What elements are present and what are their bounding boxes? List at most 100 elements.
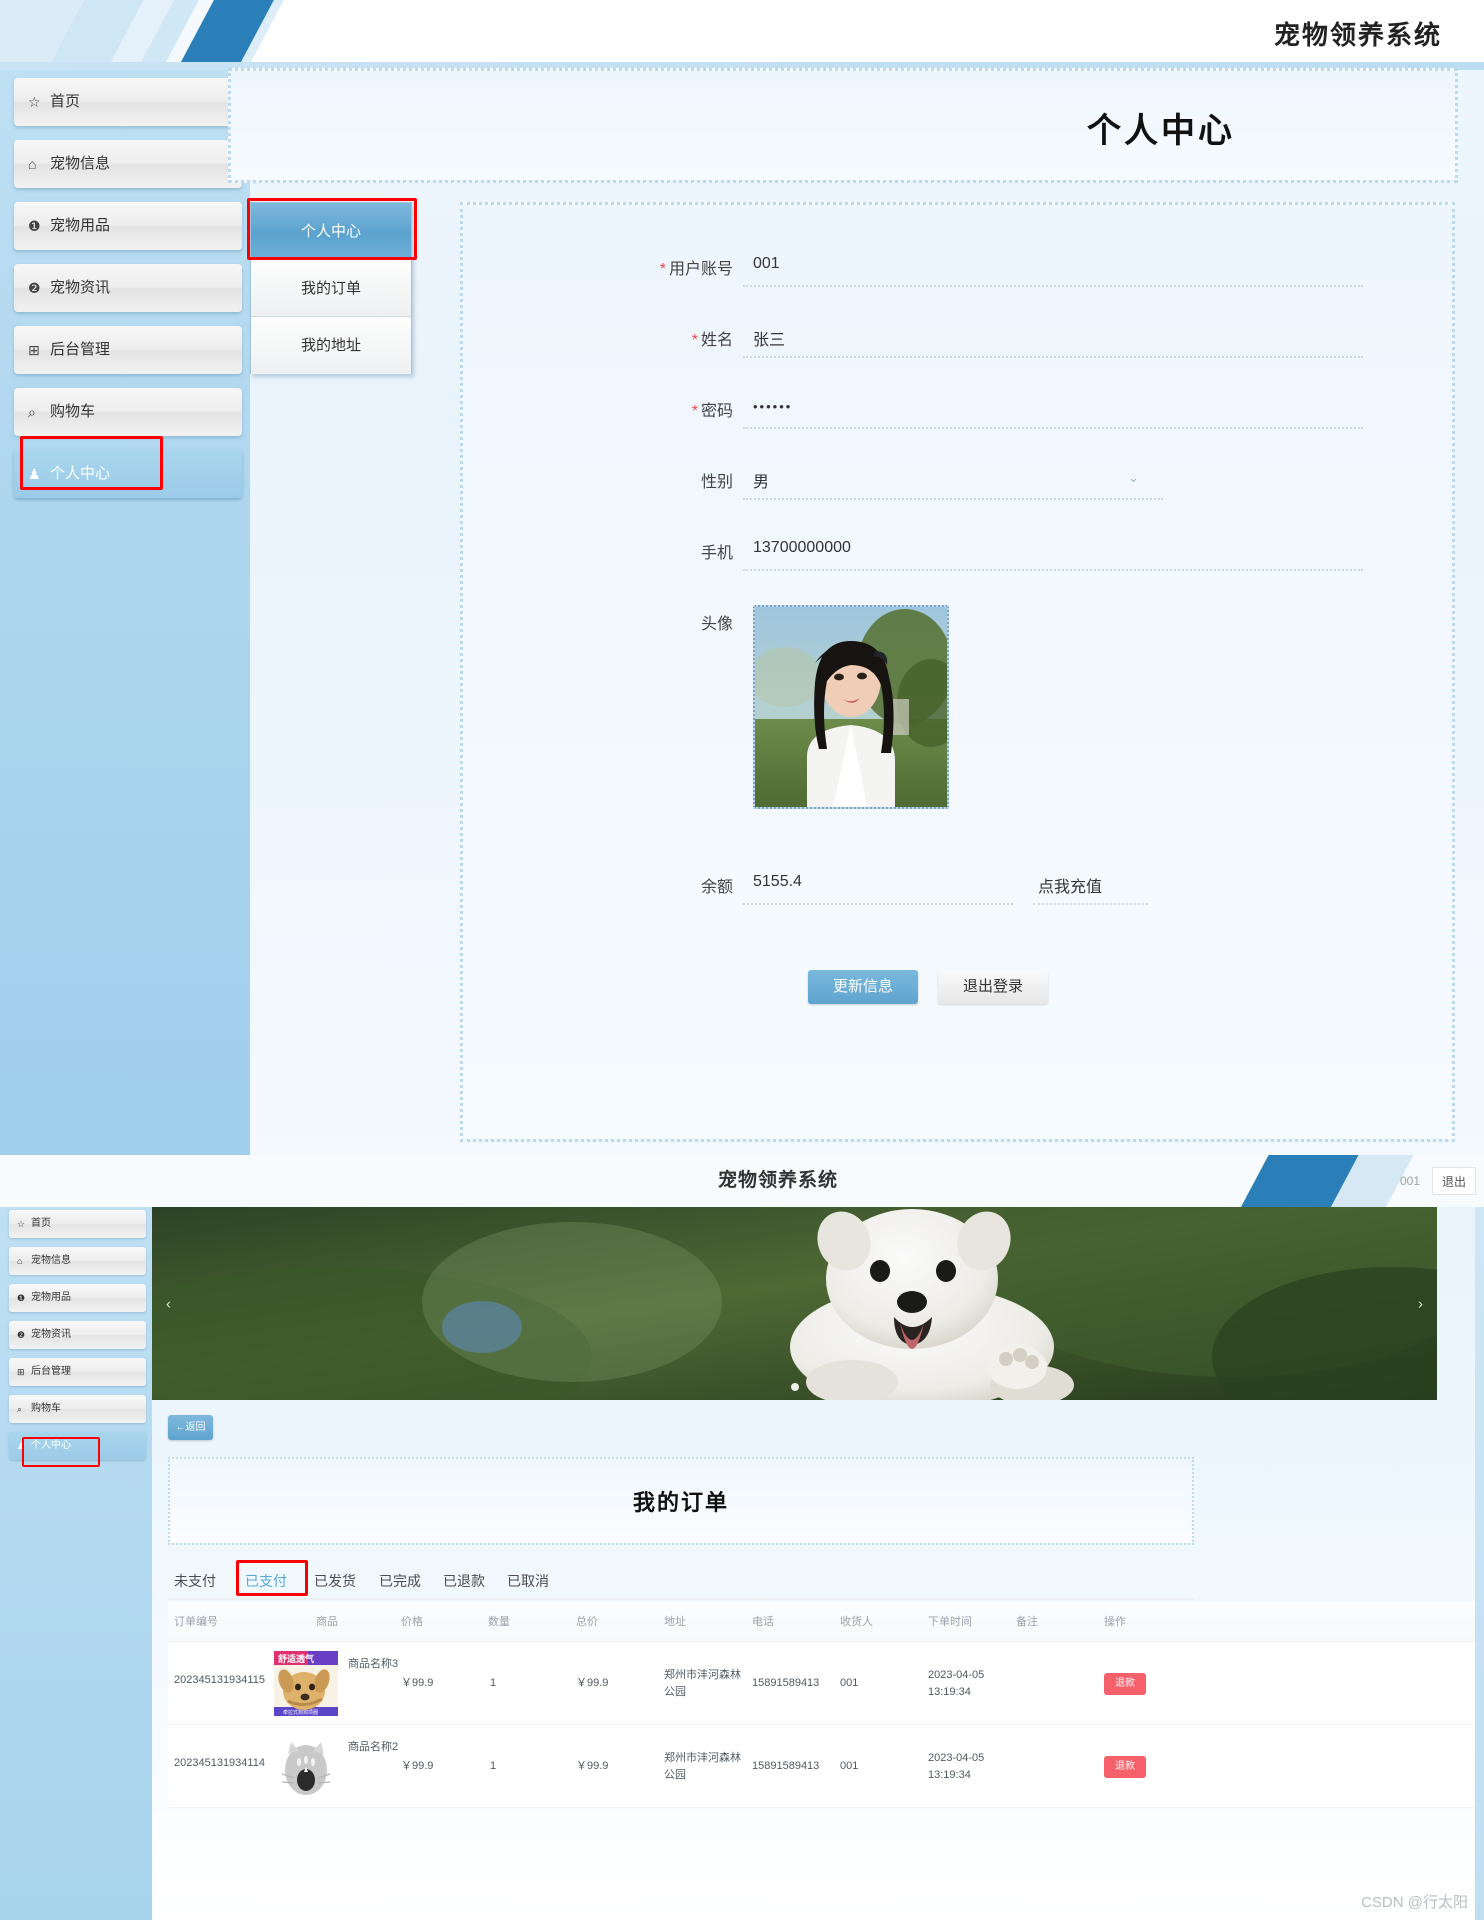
cell-qty: 1: [490, 1677, 497, 1689]
col-receiver: 收货人: [840, 1616, 873, 1628]
table-row[interactable]: 202345131934114 商品名称2 ￥99.9 1 ￥99.9 郑州市沣…: [168, 1725, 1484, 1808]
sidebar2-item-pet-news[interactable]: ❷ 宠物资讯: [9, 1321, 146, 1349]
cell-phone: 15891589413: [752, 1677, 820, 1689]
gender-value[interactable]: 男: [753, 468, 769, 492]
bag-icon: ⌂: [17, 1256, 23, 1266]
top-banner-2: 宠物领养系统 001 退出: [0, 1155, 1484, 1207]
right-scroll-strip[interactable]: [1475, 1207, 1484, 1920]
tab-my-orders[interactable]: 我的订单: [251, 260, 411, 317]
orders-table: 订单编号 商品 价格 数量 总价 地址 电话 收货人 下单时间 备注 操作 20…: [168, 1602, 1484, 1808]
cell-order-no: 202345131934114: [174, 1757, 265, 1769]
sidebar-item-label: 首页: [50, 93, 81, 110]
cell-receiver: 001: [840, 1760, 859, 1772]
col-order-time: 下单时间: [928, 1616, 972, 1628]
star-icon: ☆: [17, 1219, 26, 1229]
sidebar-item-pet-supplies[interactable]: ❶ 宠物用品: [14, 202, 242, 250]
phone-label: 手机: [700, 545, 733, 562]
product-thumbnail[interactable]: 舒适透气 牵拉式狗狗项圈: [274, 1651, 338, 1716]
account-underline: [743, 285, 1363, 287]
question-icon: ❷: [17, 1330, 26, 1340]
cell-price: ￥99.9: [401, 1677, 434, 1689]
user-icon: ♟: [17, 1441, 26, 1451]
avatar[interactable]: [753, 605, 949, 809]
table-row[interactable]: 202345131934115 舒适透气 牵拉式狗狗项圈 商品名称3 ￥99.9…: [168, 1642, 1484, 1725]
password-value[interactable]: ••••••: [753, 399, 792, 414]
order-tab-completed[interactable]: 已完成: [379, 1565, 421, 1598]
recharge-link[interactable]: 点我充值: [1038, 873, 1102, 897]
recharge-underline: [1033, 903, 1148, 905]
cell-total: ￥99.9: [576, 1760, 609, 1772]
sidebar-item-label: 购物车: [50, 403, 96, 420]
bag-icon: ⌂: [28, 156, 37, 172]
required-marker: *: [691, 332, 698, 349]
product-thumbnail[interactable]: [274, 1734, 338, 1799]
col-action: 操作: [1104, 1616, 1126, 1628]
sidebar-item-personal-center[interactable]: ♟ 个人中心: [14, 450, 242, 498]
avatar-label: 头像: [700, 616, 733, 633]
refund-button[interactable]: 退款: [1104, 1756, 1146, 1778]
sidebar-item-admin[interactable]: ⊞ 后台管理: [14, 326, 242, 374]
sidebar-item-home[interactable]: ☆ 首页: [14, 78, 242, 126]
exclamation-icon: ❶: [28, 218, 41, 234]
phone-value[interactable]: 13700000000: [753, 539, 851, 557]
sidebar2-item-label: 个人中心: [31, 1440, 71, 1451]
sidebar2-item-home[interactable]: ☆ 首页: [9, 1210, 146, 1238]
sidebar2-item-label: 宠物信息: [31, 1255, 71, 1266]
col-qty: 数量: [488, 1616, 510, 1628]
top-banner: 宠物领养系统: [0, 0, 1484, 70]
logout-button-2[interactable]: 退出: [1432, 1167, 1476, 1195]
hero-carousel[interactable]: ‹ ›: [152, 1207, 1437, 1400]
sidebar2-item-pet-supplies[interactable]: ❶ 宠物用品: [9, 1284, 146, 1312]
order-tab-cancelled[interactable]: 已取消: [507, 1565, 549, 1598]
sidebar2-item-personal-center[interactable]: ♟ 个人中心: [9, 1432, 146, 1460]
profile-tab-card: 个人中心 我的订单 我的地址: [250, 202, 412, 374]
required-marker: *: [691, 403, 698, 420]
carousel-next-icon[interactable]: ›: [1418, 1295, 1423, 1312]
carousel-indicator-dot[interactable]: [790, 1383, 799, 1391]
refund-button[interactable]: 退款: [1104, 1673, 1146, 1695]
name-underline: [743, 356, 1363, 358]
page-title: 个人中心: [1087, 112, 1235, 150]
sidebar-item-cart[interactable]: ⌕ 购物车: [14, 388, 242, 436]
order-tab-shipped[interactable]: 已发货: [314, 1565, 356, 1598]
tab-my-address[interactable]: 我的地址: [251, 317, 411, 374]
col-price: 价格: [401, 1616, 423, 1628]
screenshot-profile-page: 宠物领养系统 ☆ 首页 ⌂ 宠物信息 ❶ 宠物用品 ❷ 宠物资讯 ⊞ 后台管理 …: [0, 0, 1484, 1181]
sidebar2-item-admin[interactable]: ⊞ 后台管理: [9, 1358, 146, 1386]
password-label: * 密码: [691, 403, 733, 420]
update-info-button[interactable]: 更新信息: [808, 970, 918, 1004]
sidebar-item-pet-news[interactable]: ❷ 宠物资讯: [14, 264, 242, 312]
sidebar2-item-label: 首页: [31, 1218, 51, 1229]
col-phone: 电话: [752, 1616, 774, 1628]
order-tab-paid[interactable]: 已支付: [245, 1565, 287, 1598]
svg-text:牵拉式狗狗项圈: 牵拉式狗狗项圈: [283, 1709, 318, 1716]
profile-form-panel: * 用户账号 001 * 姓名 张三 * 密码 •••••• 性别 男 ⌄ 手机…: [460, 202, 1455, 1142]
screenshot-orders-page: 宠物领养系统 001 退出 ☆ 首页 ⌂ 宠物信息 ❶ 宠物用品 ❷ 宠物资讯 …: [0, 1155, 1484, 1920]
sidebar-item-label: 宠物用品: [50, 217, 111, 234]
carousel-prev-icon[interactable]: ‹: [166, 1295, 171, 1312]
cell-receiver: 001: [840, 1677, 859, 1689]
tab-personal-center[interactable]: 个人中心: [251, 203, 411, 260]
balance-value: 5155.4: [753, 873, 802, 890]
chevron-down-icon[interactable]: ⌄: [1128, 470, 1139, 486]
sidebar2-item-cart[interactable]: ⌕ 购物车: [9, 1395, 146, 1423]
cell-product: 商品名称3: [348, 1658, 399, 1670]
col-remark: 备注: [1016, 1616, 1038, 1628]
col-address: 地址: [664, 1616, 686, 1628]
name-value[interactable]: 张三: [753, 326, 785, 350]
back-button[interactable]: ←返回: [168, 1415, 213, 1440]
user-icon: ♟: [28, 466, 41, 482]
sidebar2-item-pet-info[interactable]: ⌂ 宠物信息: [9, 1247, 146, 1275]
sidebar-item-label: 宠物资讯: [50, 279, 111, 296]
exclamation-icon: ❶: [17, 1293, 26, 1303]
star-icon: ☆: [28, 94, 41, 110]
orders-table-header: 订单编号 商品 价格 数量 总价 地址 电话 收货人 下单时间 备注 操作: [168, 1602, 1484, 1642]
sidebar-item-pet-info[interactable]: ⌂ 宠物信息: [14, 140, 242, 188]
account-value[interactable]: 001: [753, 255, 780, 273]
order-tab-refunded[interactable]: 已退款: [443, 1565, 485, 1598]
sidebar2-item-label: 宠物用品: [31, 1292, 71, 1303]
cart-icon: ⌕: [17, 1404, 23, 1414]
order-tab-unpaid[interactable]: 未支付: [174, 1565, 216, 1598]
logout-button[interactable]: 退出登录: [938, 970, 1048, 1004]
cart-icon: ⌕: [28, 404, 36, 420]
